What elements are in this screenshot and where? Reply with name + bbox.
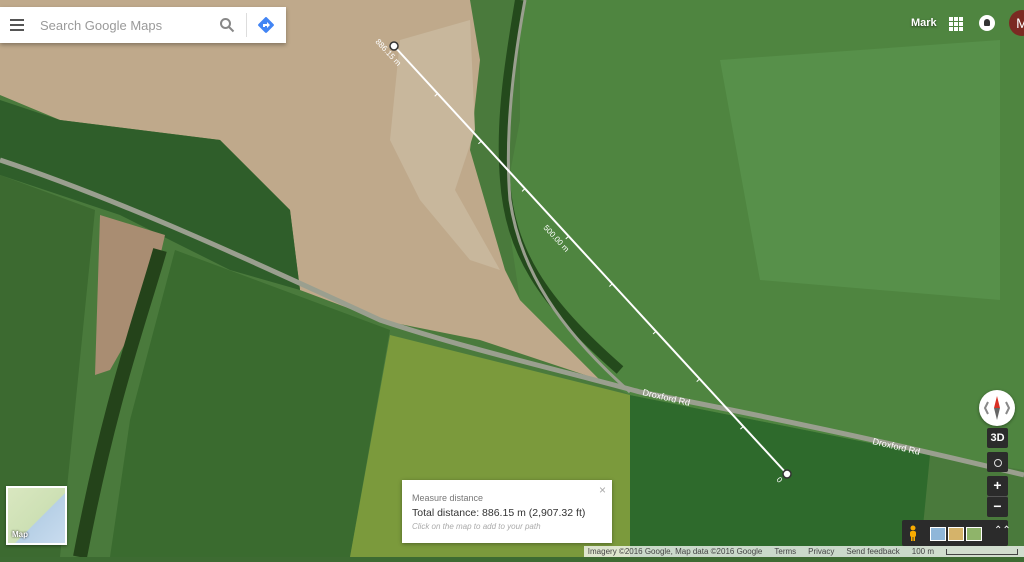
measure-distance-card: Measure distance Total distance: 886.15 … (402, 480, 612, 543)
imagery-thumb-1[interactable] (930, 527, 946, 541)
terms-link[interactable]: Terms (774, 547, 796, 556)
imagery-thumb-3[interactable] (966, 527, 982, 541)
avatar[interactable]: M (1009, 10, 1024, 36)
menu-icon[interactable] (10, 19, 24, 31)
search-input[interactable] (38, 16, 192, 34)
zoom-out-button[interactable]: − (987, 496, 1008, 517)
map-footer: Imagery ©2016 Google, Map data ©2016 Goo… (583, 546, 1024, 557)
imagery-bar: ⌃⌃ (902, 520, 1011, 546)
pegman-icon[interactable] (908, 525, 918, 541)
attribution-text: Imagery ©2016 Google, Map data ©2016 Goo… (587, 547, 763, 556)
search-icon[interactable] (219, 17, 235, 33)
close-icon[interactable]: × (599, 483, 606, 497)
satellite-map[interactable]: 886.15 m 500.00 m 0 Droxford Rd Droxford… (0, 0, 1024, 559)
scale-label: 100 m (911, 547, 934, 556)
map-type-label: Map (12, 530, 28, 539)
notifications-icon[interactable] (979, 15, 995, 31)
measure-card-title: Measure distance (412, 493, 484, 503)
account-area: Mark M (874, 10, 1024, 38)
search-divider (246, 13, 247, 37)
imagery-thumb-2[interactable] (948, 527, 964, 541)
map-type-toggle[interactable]: Map (6, 486, 67, 545)
grassland-patch (720, 40, 1000, 300)
feedback-link[interactable]: Send feedback (846, 547, 899, 556)
map-imagery[interactable]: 886.15 m 500.00 m 0 Droxford Rd Droxford… (0, 0, 1024, 559)
directions-icon[interactable] (257, 16, 275, 34)
imagery-thumbnails[interactable] (930, 527, 982, 541)
privacy-link[interactable]: Privacy (808, 547, 834, 556)
measure-end-point[interactable] (782, 469, 792, 479)
search-box (0, 7, 286, 43)
measure-total-distance: Total distance: 886.15 m (2,907.32 ft) (412, 507, 586, 519)
compass-icon[interactable] (979, 390, 1015, 426)
my-location-icon[interactable] (987, 452, 1008, 472)
zoom-in-button[interactable]: + (987, 476, 1008, 496)
3d-button[interactable]: 3D (987, 428, 1008, 448)
scale-bar (946, 548, 1018, 555)
expand-icon[interactable]: ⌃⌃ (994, 525, 1011, 536)
account-name[interactable]: Mark (911, 17, 937, 29)
apps-icon[interactable] (949, 17, 963, 31)
measure-hint: Click on the map to add to your path (412, 522, 541, 531)
